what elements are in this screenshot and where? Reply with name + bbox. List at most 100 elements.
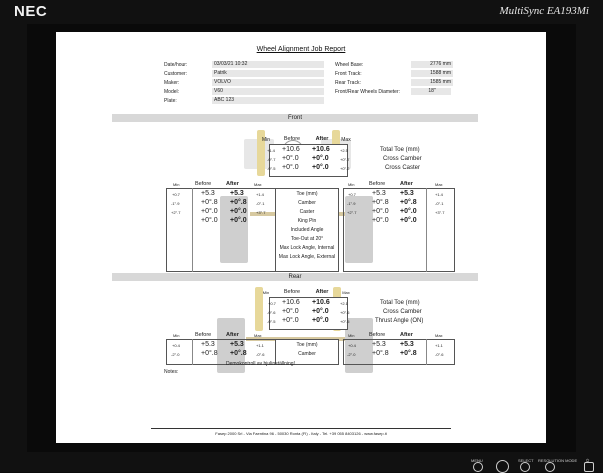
value-max: +0°.2	[340, 166, 350, 171]
col-header-before: Before	[369, 181, 386, 187]
table-divider	[426, 188, 427, 272]
value-max: -0°.6	[435, 352, 444, 357]
info-label: Maker:	[164, 80, 180, 86]
value-max: +0°.6	[340, 310, 350, 315]
value-before: +5.3	[201, 341, 215, 348]
front-top-table	[269, 144, 348, 177]
value-before: +0°.8	[201, 350, 218, 357]
info-label: Customer:	[164, 71, 188, 77]
value-min: +0.4	[172, 343, 180, 348]
col-header-after: After	[315, 289, 329, 295]
center-label: Caster	[299, 209, 315, 215]
value-after: +0°.0	[230, 208, 247, 215]
value-min: -0°.5	[267, 166, 276, 171]
value-after: +0°.0	[312, 317, 329, 324]
value-max: -0°.6	[256, 352, 265, 357]
value-after: +0°.8	[400, 350, 417, 357]
monitor-up-button[interactable]	[545, 462, 555, 472]
value-max: +0°.7	[340, 157, 350, 162]
col-header-after: After	[226, 332, 239, 338]
monitor-select-button[interactable]	[496, 460, 509, 473]
info-value: V60	[212, 88, 324, 95]
value-after: +0°.0	[312, 164, 329, 171]
value-min: +0.4	[348, 343, 356, 348]
col-header-before: Before	[283, 289, 301, 295]
value-min: +2°.7	[347, 210, 357, 215]
info-label: Front Track:	[335, 71, 362, 77]
value-after: +0°.8	[230, 199, 247, 206]
info-label: Plate:	[164, 98, 177, 104]
notes-text: Demokontroll av hjulinställning!	[226, 361, 295, 367]
value-after: +10.6	[312, 146, 330, 153]
col-header-max: Max	[254, 333, 262, 338]
row-label: Cross Camber	[383, 156, 422, 162]
center-label: Max Lock Angle, External	[278, 254, 336, 260]
value-after: +10.6	[312, 299, 330, 306]
monitor-model-label: MultiSync EA193Mi	[499, 5, 589, 17]
rear-section-header: Rear	[112, 273, 478, 281]
monitor-resolution-label: RESOLUTION MODE	[538, 458, 578, 463]
monitor-brand-logo: NEC	[14, 3, 48, 20]
value-max: -0°.1	[435, 201, 444, 206]
value-after: +0°.0	[400, 217, 417, 224]
value-before: +0°.8	[372, 199, 389, 206]
value-max: +3°.7	[256, 210, 266, 215]
value-before: +0°.0	[282, 317, 299, 324]
report-title: Wheel Alignment Job Report	[256, 46, 346, 53]
info-value: 03/03/21 10:32	[212, 61, 324, 68]
col-header-before: Before	[195, 332, 212, 338]
info-value: 1585 mm	[411, 79, 453, 86]
value-before: +0°.0	[282, 164, 299, 171]
front-section-header: Front	[112, 114, 478, 122]
value-before: +10.6	[282, 146, 300, 153]
col-header-after: After	[226, 181, 239, 187]
row-label: Total Toe (mm)	[380, 147, 420, 153]
table-divider	[192, 339, 193, 365]
value-before: +5.3	[372, 341, 386, 348]
value-min: +0.7	[268, 301, 276, 306]
col-header-min: Min	[262, 290, 270, 295]
col-header-before: Before	[195, 181, 212, 187]
value-after: +0°.8	[400, 199, 417, 206]
row-label: Total Toe (mm)	[380, 300, 420, 306]
center-label: King Pin	[297, 218, 317, 224]
report-page: Wheel Alignment Job Report Date/hour: 03…	[56, 32, 546, 443]
value-max: +1.1	[256, 343, 264, 348]
rear-top-table	[269, 297, 348, 330]
value-before: +5.3	[372, 190, 386, 197]
info-label: Wheel Base:	[335, 62, 364, 68]
value-after: +0°.8	[230, 350, 247, 357]
value-after: +0°.0	[312, 155, 329, 162]
value-min: -0°.6	[267, 310, 276, 315]
col-header-after: After	[400, 332, 413, 338]
monitor-down-button[interactable]	[520, 462, 530, 472]
value-max: -0°.1	[256, 201, 265, 206]
value-max: +1.1	[435, 343, 443, 348]
monitor-menu-button[interactable]	[473, 462, 483, 472]
col-header-before: Before	[283, 136, 301, 142]
value-before: +5.3	[201, 190, 215, 197]
value-after: +5.3	[400, 190, 414, 197]
info-value: VOLVO	[212, 79, 324, 86]
value-before: +0°.8	[372, 350, 389, 357]
value-before: +10.6	[282, 299, 300, 306]
col-header-min: Min	[348, 333, 355, 338]
info-label: Front/Rear Wheels Diameter:	[335, 89, 401, 95]
center-label: Camber	[298, 200, 316, 206]
monitor-screen: Wheel Alignment Job Report Date/hour: 03…	[27, 24, 576, 452]
footer-text: Fasep 2000 Srl - Via Faentina 96 - 50030…	[215, 431, 387, 436]
value-min: +0.7	[172, 192, 180, 197]
monitor-power-button[interactable]	[584, 462, 594, 472]
value-min: -0°.7	[267, 157, 276, 162]
value-after: +0°.0	[230, 217, 247, 224]
notes-label: Notes:	[164, 369, 179, 375]
value-before: +0°.0	[282, 155, 299, 162]
value-max: +1.4	[256, 192, 264, 197]
col-header-max: Max	[435, 333, 443, 338]
value-min: +1.4	[267, 148, 275, 153]
col-header-min: Min	[173, 182, 180, 187]
table-divider	[426, 339, 427, 365]
col-header-max: Max	[435, 182, 443, 187]
col-header-min: Min	[261, 137, 271, 143]
value-min: -1°.9	[171, 201, 180, 206]
